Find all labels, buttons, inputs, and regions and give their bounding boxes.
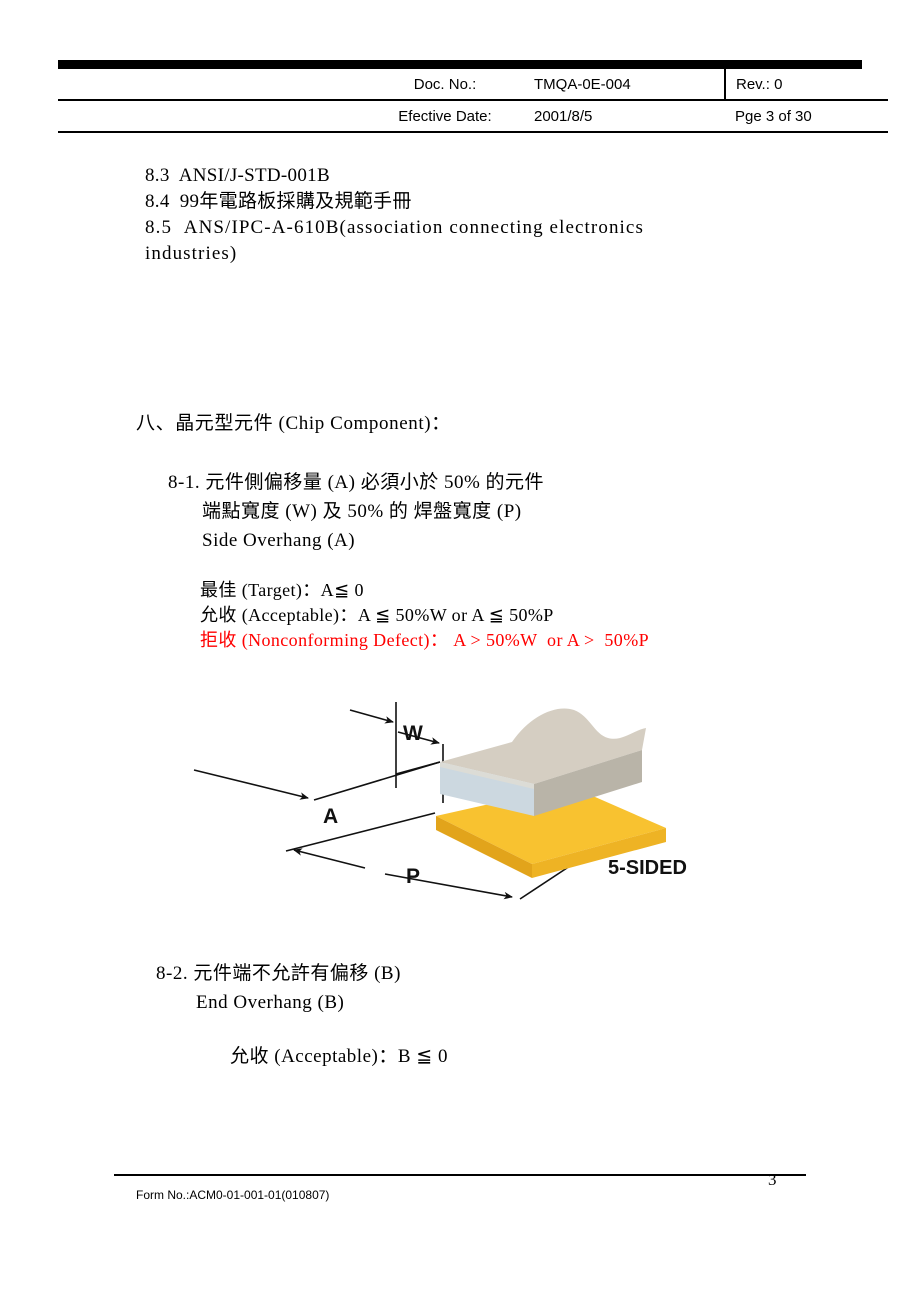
footer-divider (114, 1174, 806, 1176)
revision-label: Rev.: 0 (724, 69, 888, 101)
clause-8-1-body: 8-1. 元件側偏移量 (A) 必須小於 50% 的元件 端點寬度 (W) 及 … (168, 468, 544, 555)
doc-no-value: TMQA-0E-004 (520, 69, 725, 101)
dimension-w-label: W (403, 722, 423, 745)
criteria-acceptable: 允收 (Acceptable)：A ≦ 50%W or A ≦ 50%P (200, 605, 554, 625)
effective-date-label: Efective Date: (370, 100, 520, 133)
reference-item-85-line2: industries) (145, 243, 238, 264)
clause-8-1-criteria: 最佳 (Target)：A≦ 0 允收 (Acceptable)：A ≦ 50%… (200, 578, 649, 653)
chip-component-figure: A P W 5-SIDED (190, 688, 730, 913)
document-header: Doc. No.: TMQA-0E-004 Rev.: 0 Efective D… (58, 60, 888, 133)
header-blank-cell-2 (58, 100, 370, 133)
dimension-p-label: P (406, 865, 420, 888)
section-heading: 八、晶元型元件 (Chip Component)： (136, 413, 451, 434)
page-count-label: Pge 3 of 30 (725, 100, 888, 133)
figure-type-label: 5-SIDED (608, 857, 687, 879)
criteria-target: 最佳 (Target)：A≦ 0 (200, 580, 364, 600)
dimension-a-label: A (323, 805, 338, 828)
clause-8-1-line2: 端點寬度 (W) 及 50% 的 焊盤寬度 (P) (202, 501, 522, 522)
header-table: Doc. No.: TMQA-0E-004 Rev.: 0 Efective D… (58, 69, 888, 133)
doc-no-label: Doc. No.: (370, 69, 520, 101)
dimension-a-leader (193, 761, 441, 801)
reference-item-83: 8.3 ANSI/J-STD-001B (145, 165, 330, 186)
footer-form-number: Form No.:ACM0-01-001-01(010807) (136, 1188, 330, 1202)
header-row-date: Efective Date: 2001/8/5 Pge 3 of 30 (58, 100, 888, 133)
header-blank-cell (58, 69, 370, 101)
reference-list: 8.3 ANSI/J-STD-001B 8.4 99年電路板採購及規範手冊 8.… (145, 163, 644, 267)
document-page: Doc. No.: TMQA-0E-004 Rev.: 0 Efective D… (0, 0, 920, 1302)
effective-date-value: 2001/8/5 (520, 100, 725, 133)
reference-item-85-line1: 8.5 ANS/IPC-A-610B(association connectin… (145, 217, 644, 238)
clause-8-1-line3: Side Overhang (A) (202, 530, 356, 551)
reference-item-84: 8.4 99年電路板採購及規範手冊 (145, 191, 412, 212)
clause-8-2-line2: End Overhang (B) (196, 992, 345, 1013)
clause-8-2-body: 8-2. 元件端不允許有偏移 (B) End Overhang (B) (156, 959, 401, 1017)
chip-body-shape (440, 708, 646, 816)
criteria-reject: 拒收 (Nonconforming Defect)： A > 50%W or A… (200, 630, 650, 650)
clause-8-2-line1: 8-2. 元件端不允許有偏移 (B) (156, 963, 401, 984)
header-top-bar (58, 60, 862, 69)
footer-page-number: 3 (768, 1170, 777, 1189)
dimension-w-leader (349, 702, 444, 803)
clause-8-1-line1: 8-1. 元件側偏移量 (A) 必須小於 50% 的元件 (168, 472, 545, 493)
header-row-doc: Doc. No.: TMQA-0E-004 Rev.: 0 (58, 69, 888, 101)
clause-8-2-criteria: 允收 (Acceptable)：B ≦ 0 (230, 1046, 448, 1067)
